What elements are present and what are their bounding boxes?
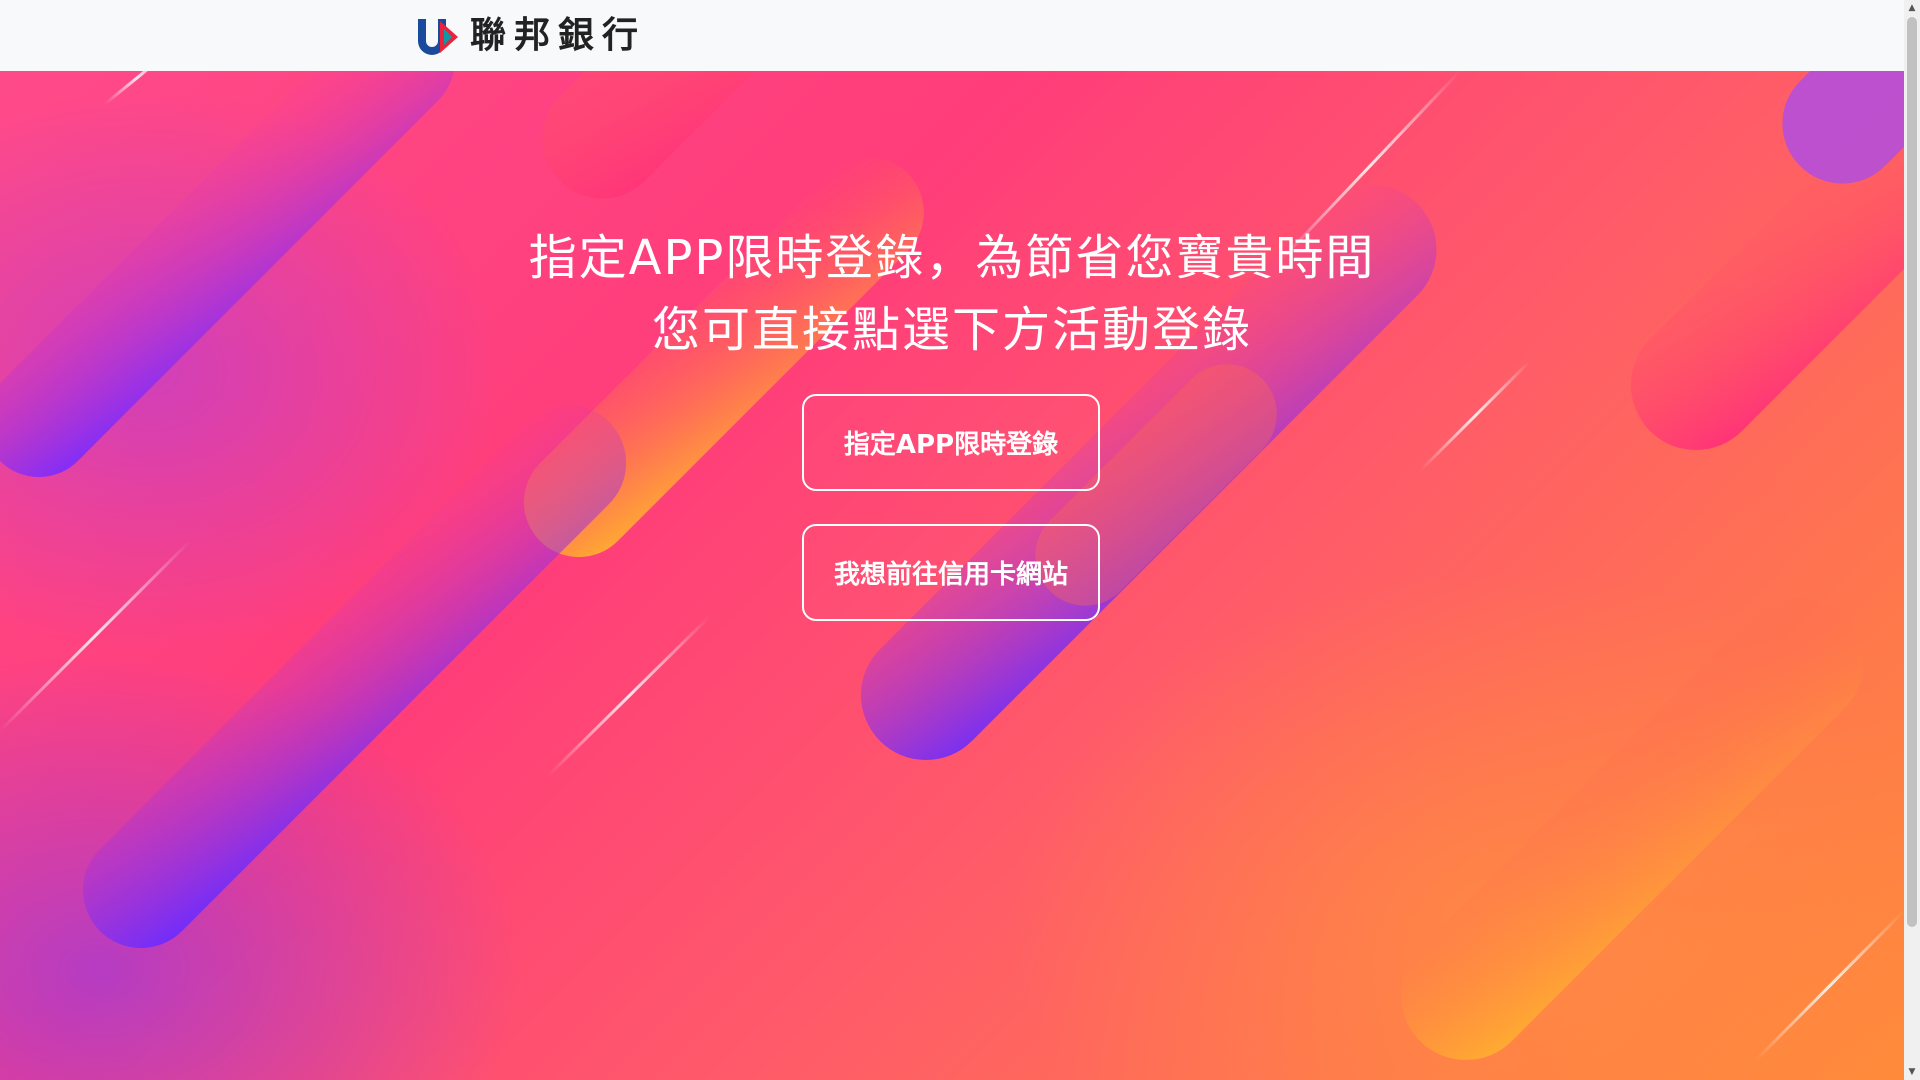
scroll-down-arrow-icon[interactable]: ▼ — [1904, 1064, 1920, 1080]
app-registration-button[interactable]: 指定APP限時登錄 — [802, 394, 1100, 491]
union-bank-logo[interactable]: 聯邦銀行 — [416, 16, 646, 56]
scroll-thumb[interactable] — [1907, 17, 1917, 927]
hero-banner: 指定APP限時登錄，為節省您寶貴時間 您可直接點選下方活動登錄 指定APP限時登… — [0, 71, 1904, 1080]
scroll-up-arrow-icon[interactable]: ▲ — [1904, 0, 1920, 16]
headline-line-1: 指定APP限時登錄，為節省您寶貴時間 — [528, 230, 1376, 286]
page-scrollbar[interactable]: ▲ ▼ — [1904, 0, 1920, 1080]
page: 聯邦銀行 指定APP限時登錄，為節省您寶貴時間 您可直接點選下方活動登錄 指定A… — [0, 0, 1920, 1080]
headline-line-2: 您可直接點選下方活動登錄 — [651, 302, 1252, 358]
ub-logo-mark-icon — [418, 19, 458, 55]
site-header: 聯邦銀行 — [0, 0, 1904, 71]
logo-text: 聯邦銀行 — [470, 15, 647, 56]
credit-card-website-button[interactable]: 我想前往信用卡網站 — [802, 524, 1100, 621]
